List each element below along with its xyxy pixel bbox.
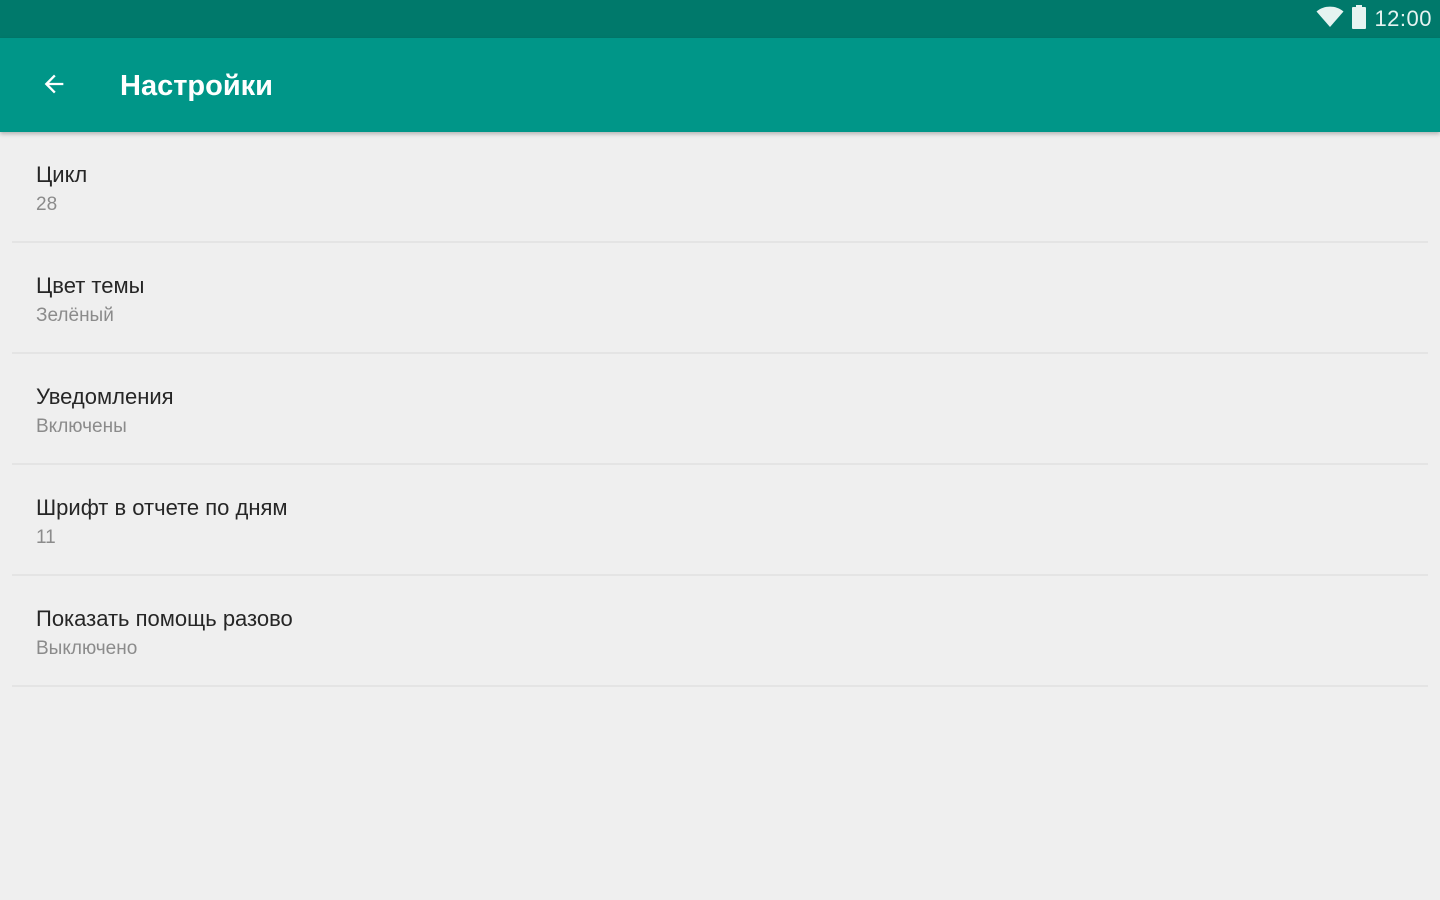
- setting-summary: Включены: [36, 416, 127, 437]
- settings-list: Цикл 28 Цвет темы Зелёный Уведомления Вк…: [0, 132, 1440, 687]
- arrow-back-icon: [40, 70, 68, 103]
- setting-item-theme-color[interactable]: Цвет темы Зелёный: [0, 243, 1440, 354]
- setting-summary: Зелёный: [36, 305, 114, 326]
- setting-item-notifications[interactable]: Уведомления Включены: [0, 354, 1440, 465]
- setting-title: Уведомления: [36, 384, 174, 409]
- setting-title: Шрифт в отчете по дням: [36, 495, 288, 520]
- wifi-icon: [1316, 6, 1344, 33]
- setting-item-cycle[interactable]: Цикл 28: [0, 132, 1440, 243]
- status-bar: 12:00: [0, 0, 1440, 38]
- setting-title: Показать помощь разово: [36, 606, 293, 631]
- setting-summary: 28: [36, 194, 58, 215]
- back-button[interactable]: [30, 62, 78, 110]
- battery-icon: [1352, 4, 1367, 34]
- app-bar: Настройки: [0, 38, 1440, 132]
- setting-item-show-help[interactable]: Показать помощь разово Выключено: [0, 576, 1440, 687]
- status-time: 12:00: [1374, 6, 1432, 31]
- setting-title: Цикл: [36, 162, 88, 187]
- setting-item-daily-report-font[interactable]: Шрифт в отчете по дням 11: [0, 465, 1440, 576]
- setting-summary: 11: [36, 527, 56, 548]
- setting-title: Цвет темы: [36, 273, 145, 298]
- setting-summary: Выключено: [36, 638, 138, 659]
- page-title: Настройки: [120, 70, 274, 102]
- divider: [12, 685, 1428, 687]
- status-icons: 12:00: [1316, 4, 1432, 34]
